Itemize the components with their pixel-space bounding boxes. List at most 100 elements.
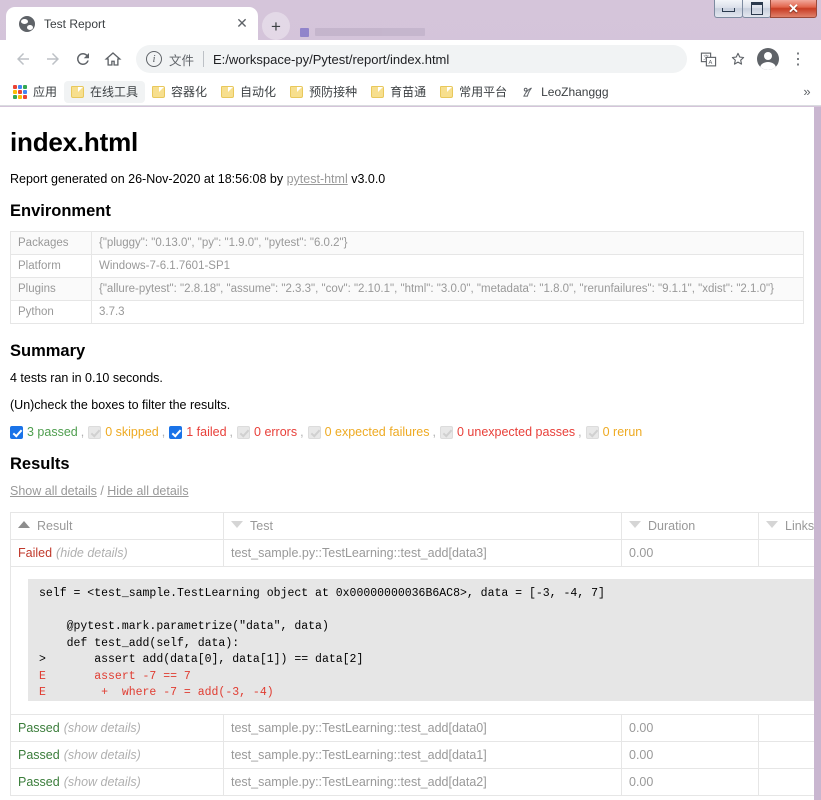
log-line: def test_add(self, data):	[39, 636, 240, 650]
bookmark-apps[interactable]: 应用	[6, 81, 64, 103]
checkbox-failed[interactable]	[169, 425, 183, 439]
links-separator: /	[96, 484, 108, 498]
checkbox-unexpected-passes[interactable]	[440, 425, 453, 439]
reload-button[interactable]	[68, 44, 98, 74]
minimize-button[interactable]	[714, 0, 743, 18]
column-header-links[interactable]: Links	[758, 512, 814, 540]
ghost-bar	[315, 28, 425, 36]
bookmark-label: LeoZhanggg	[541, 84, 609, 99]
bookmark-label: 应用	[33, 85, 58, 99]
new-tab-button[interactable]: +	[262, 12, 290, 40]
cell-result[interactable]: Passed (show details)	[10, 768, 224, 796]
bookmark-automation[interactable]: 自动化	[214, 81, 283, 103]
filter-rerun[interactable]: 0 rerun	[585, 425, 642, 439]
checkbox-passed[interactable]	[10, 425, 23, 439]
browser-menu-button[interactable]: ⋮	[783, 44, 813, 74]
hide-all-details-link[interactable]: Hide all details	[107, 484, 188, 498]
filter-unexpected-passes[interactable]: 0 unexpected passes	[440, 425, 575, 439]
desktop-background-strip	[814, 107, 821, 800]
filter-skipped[interactable]: 0 skipped	[88, 425, 159, 439]
bookmark-star-icon[interactable]	[723, 44, 753, 74]
forward-button[interactable]	[38, 44, 68, 74]
failure-log-block[interactable]: self = <test_sample.TestLearning object …	[28, 579, 814, 701]
sort-descending-icon	[231, 521, 243, 528]
details-toggle[interactable]: (show details)	[64, 721, 141, 735]
filter-comma: ,	[300, 425, 304, 439]
sort-descending-icon	[766, 521, 778, 528]
url-text[interactable]: E:/workspace-py/Pytest/report/index.html	[213, 52, 677, 67]
table-row[interactable]: Failed (hide details) test_sample.py::Tes…	[10, 539, 814, 567]
bookmark-online-tools[interactable]: 在线工具	[64, 80, 146, 103]
filter-passed[interactable]: 3 passed	[10, 425, 78, 439]
checkbox-rerun[interactable]	[585, 425, 599, 439]
show-all-details-link[interactable]: Show all details	[10, 484, 97, 498]
cell-result[interactable]: Passed (show details)	[10, 741, 224, 769]
pytest-html-link[interactable]: pytest-html	[287, 172, 348, 186]
detail-toggle-links: Show all details / Hide all details	[10, 484, 804, 498]
bookmark-label: 预防接种	[309, 85, 358, 99]
result-filters: 3 passed , 0 skipped , 1 failed , 0 erro…	[10, 425, 804, 439]
table-row[interactable]: Passed (show details) test_sample.py::Tes…	[10, 768, 814, 796]
details-toggle[interactable]: (show details)	[64, 748, 141, 762]
status-badge: Failed	[18, 546, 53, 560]
folder-icon	[440, 85, 454, 98]
bookmark-label: 常用平台	[459, 85, 508, 99]
details-toggle[interactable]: (hide details)	[56, 546, 128, 560]
bookmark-label: 在线工具	[90, 85, 139, 99]
column-header-result[interactable]: Result	[10, 512, 224, 540]
home-button[interactable]	[98, 44, 128, 74]
table-row: Plugins {"allure-pytest": "2.8.18", "ass…	[10, 277, 804, 301]
generated-line: Report generated on 26-Nov-2020 at 18:56…	[10, 172, 804, 186]
bookmark-containerization[interactable]: 容器化	[145, 81, 214, 103]
background-window-ghost	[300, 26, 460, 38]
table-row: Packages {"pluggy": "0.13.0", "py": "1.9…	[10, 231, 804, 255]
bookmark-leozhanggg[interactable]: LeoZhanggg	[514, 81, 615, 103]
cell-result[interactable]: Passed (show details)	[10, 714, 224, 742]
column-header-test[interactable]: Test	[223, 512, 622, 540]
cell-test: test_sample.py::TestLearning::test_add[d…	[223, 768, 622, 796]
cell-links	[758, 714, 814, 742]
filter-label: 0 expected failures	[324, 425, 430, 439]
cell-result[interactable]: Failed (hide details)	[10, 539, 224, 567]
checkbox-errors[interactable]	[237, 425, 251, 439]
bookmarks-overflow-button[interactable]: »	[797, 84, 817, 99]
status-badge: Passed	[18, 775, 60, 789]
minimize-icon	[722, 8, 735, 12]
close-window-button[interactable]: ✕	[770, 0, 817, 18]
filter-failed[interactable]: 1 failed	[169, 425, 227, 439]
folder-icon	[71, 85, 85, 98]
report-document: index.html Report generated on 26-Nov-20…	[0, 107, 814, 796]
address-bar[interactable]: i 文件 E:/workspace-py/Pytest/report/index…	[136, 45, 687, 73]
bookmark-label: 容器化	[171, 85, 208, 99]
maximize-button[interactable]	[742, 0, 771, 18]
details-toggle[interactable]: (show details)	[64, 775, 141, 789]
close-icon[interactable]: ✕	[230, 12, 254, 36]
translate-icon[interactable]: 文 A	[693, 44, 723, 74]
bookmark-label: 育苗通	[390, 85, 427, 99]
bookmark-common-platform[interactable]: 常用平台	[433, 81, 514, 103]
bookmark-vaccination[interactable]: 预防接种	[283, 81, 364, 103]
table-row[interactable]: Passed (show details) test_sample.py::Tes…	[10, 714, 814, 742]
env-key: Plugins	[10, 277, 92, 301]
log-line-error: E + where -7 = add(-3, -4)	[39, 686, 274, 699]
filter-label: 0 unexpected passes	[457, 425, 576, 439]
cell-duration: 0.00	[621, 714, 759, 742]
checkbox-skipped[interactable]	[88, 425, 102, 439]
cell-duration: 0.00	[621, 539, 759, 567]
filter-label: 0 skipped	[105, 425, 159, 439]
cell-test: test_sample.py::TestLearning::test_add[d…	[223, 741, 622, 769]
checkbox-expected-failures[interactable]	[307, 425, 321, 439]
tests-ran-line: 4 tests ran in 0.10 seconds.	[10, 371, 163, 385]
profile-button[interactable]	[753, 44, 783, 74]
tab-test-report[interactable]: Test Report ✕	[6, 7, 258, 40]
bookmark-seedling[interactable]: 育苗通	[364, 81, 433, 103]
sort-descending-icon	[629, 521, 641, 528]
log-line-error: E assert -7 == 7	[39, 669, 191, 683]
table-row[interactable]: Passed (show details) test_sample.py::Tes…	[10, 741, 814, 769]
info-icon[interactable]: i	[146, 51, 162, 67]
filter-errors[interactable]: 0 errors	[237, 425, 297, 439]
back-button[interactable]	[8, 44, 38, 74]
page-title: index.html	[10, 127, 139, 157]
column-header-duration[interactable]: Duration	[621, 512, 759, 540]
filter-expected-failures[interactable]: 0 expected failures	[307, 425, 430, 439]
